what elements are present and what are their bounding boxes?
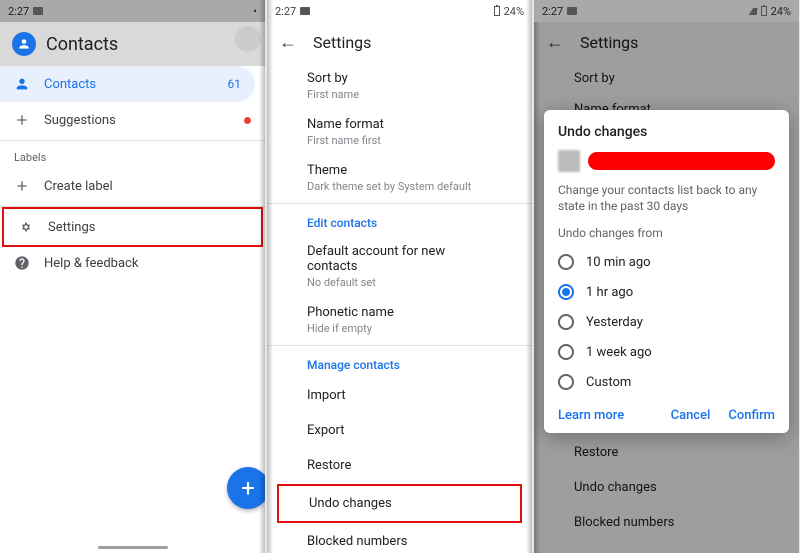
settings-header: ← Settings (267, 22, 532, 63)
radio-option-yesterday[interactable]: Yesterday (558, 308, 775, 336)
help-icon (14, 255, 30, 271)
pref-summary: First name first (307, 134, 492, 147)
sidebar-item-label: Suggestions (44, 113, 116, 128)
pref-name-format[interactable]: Name format First name first (267, 109, 532, 155)
youtube-icon (300, 7, 310, 15)
pref-theme[interactable]: Theme Dark theme set by System default (267, 155, 532, 201)
status-bar: 2:27 24% (267, 0, 532, 22)
radio-icon (558, 314, 574, 330)
pref-summary: No default set (307, 276, 492, 289)
pref-phonetic-name[interactable]: Phonetic name Hide if empty (267, 297, 532, 343)
cancel-button[interactable]: Cancel (671, 408, 711, 423)
dialog-actions: Learn more Cancel Confirm (558, 408, 775, 423)
annotation-highlight: Settings (2, 207, 263, 247)
status-time: 2:27 (275, 5, 296, 18)
confirm-button[interactable]: Confirm (728, 408, 775, 423)
sidebar-item-settings[interactable]: Settings (4, 209, 261, 245)
pref-export[interactable]: Export (267, 413, 532, 448)
page-title: Settings (313, 33, 371, 52)
undo-changes-dialog: Undo changes Change your contacts list b… (544, 110, 789, 433)
phone-contacts-drawer: 2:27 • Contacts Contacts 61 Suggestions … (0, 0, 265, 553)
sidebar-item-contacts[interactable]: Contacts 61 (0, 66, 255, 102)
plus-icon (14, 178, 30, 194)
pref-title: Name format (307, 117, 492, 132)
sidebar-item-create-label[interactable]: Create label (0, 168, 265, 204)
notification-dot-icon (244, 117, 251, 124)
radio-label: 1 hr ago (586, 285, 633, 300)
avatar (558, 150, 580, 172)
pref-title: Default account for new contacts (307, 244, 492, 274)
pref-summary: First name (307, 88, 492, 101)
status-time: 2:27 (8, 5, 29, 18)
contacts-count: 61 (228, 77, 242, 91)
gear-icon (18, 219, 34, 235)
battery-icon (761, 6, 767, 16)
youtube-icon (567, 7, 577, 15)
annotation-highlight: Undo changes (277, 484, 522, 523)
avatar[interactable] (235, 26, 261, 52)
learn-more-link[interactable]: Learn more (558, 408, 624, 423)
divider (267, 203, 532, 204)
pref-title: Phonetic name (307, 305, 492, 320)
status-bar: 2:27 24% (534, 0, 799, 22)
sidebar-item-label: Create label (44, 179, 113, 194)
radio-icon (558, 284, 574, 300)
radio-label: Yesterday (586, 315, 643, 330)
account-row[interactable] (558, 150, 775, 172)
pref-undo-changes[interactable]: Undo changes (279, 486, 520, 521)
pref-title: Theme (307, 163, 492, 178)
dialog-description: Change your contacts list back to any st… (558, 182, 775, 214)
sidebar-item-label: Help & feedback (44, 256, 138, 271)
radio-option-10min[interactable]: 10 min ago (558, 248, 775, 276)
contacts-app-icon (12, 32, 36, 56)
labels-header: Labels (0, 143, 265, 168)
radio-icon (558, 374, 574, 390)
group-header-edit-contacts: Edit contacts (267, 206, 532, 236)
pref-default-account[interactable]: Default account for new contacts No defa… (267, 236, 532, 297)
status-bar: 2:27 • (0, 0, 265, 22)
suggestions-icon (14, 112, 30, 128)
radio-icon (558, 254, 574, 270)
sidebar-item-label: Contacts (44, 77, 96, 92)
radio-label: Custom (586, 375, 631, 390)
radio-option-1week[interactable]: 1 week ago (558, 338, 775, 366)
phone-undo-dialog: 2:27 24% ← Settings Sort by Name format … (534, 0, 799, 553)
home-indicator[interactable] (98, 546, 168, 549)
plus-icon: + (241, 474, 255, 502)
undo-from-radio-group: 10 min ago 1 hr ago Yesterday 1 week ago… (558, 248, 775, 396)
sidebar-item-suggestions[interactable]: Suggestions (0, 102, 265, 138)
person-icon (14, 76, 30, 92)
home-indicator[interactable] (632, 546, 702, 549)
phone-settings: 2:27 24% ← Settings Sort by First name N… (267, 0, 532, 553)
status-battery: 24% (504, 5, 524, 18)
back-arrow-icon[interactable]: ← (279, 32, 297, 53)
battery-icon (494, 6, 500, 16)
divider (0, 140, 265, 141)
pref-title: Sort by (307, 71, 492, 86)
youtube-icon (33, 7, 43, 15)
sidebar-item-label: Settings (48, 220, 95, 235)
pref-blocked-numbers[interactable]: Blocked numbers (267, 524, 532, 553)
radio-label: 1 week ago (586, 345, 652, 360)
pref-sort-by[interactable]: Sort by First name (267, 63, 532, 109)
redacted-account-name (588, 152, 775, 170)
divider (267, 345, 532, 346)
radio-icon (558, 344, 574, 360)
pref-restore[interactable]: Restore (267, 448, 532, 483)
app-header: Contacts (0, 22, 265, 66)
dialog-title: Undo changes (558, 124, 775, 140)
dot-icon: • (253, 5, 257, 18)
sidebar-item-help[interactable]: Help & feedback (0, 245, 265, 281)
signal-icon (748, 8, 757, 15)
field-label: Undo changes from (558, 226, 775, 240)
radio-option-custom[interactable]: Custom (558, 368, 775, 396)
radio-label: 10 min ago (586, 255, 651, 270)
radio-option-1hr[interactable]: 1 hr ago (558, 278, 775, 306)
pref-summary: Hide if empty (307, 322, 492, 335)
pref-import[interactable]: Import (267, 378, 532, 413)
nav-drawer: Contacts 61 Suggestions Labels Create la… (0, 66, 265, 281)
pref-summary: Dark theme set by System default (307, 180, 492, 193)
group-header-manage-contacts: Manage contacts (267, 348, 532, 378)
app-title: Contacts (46, 34, 118, 55)
